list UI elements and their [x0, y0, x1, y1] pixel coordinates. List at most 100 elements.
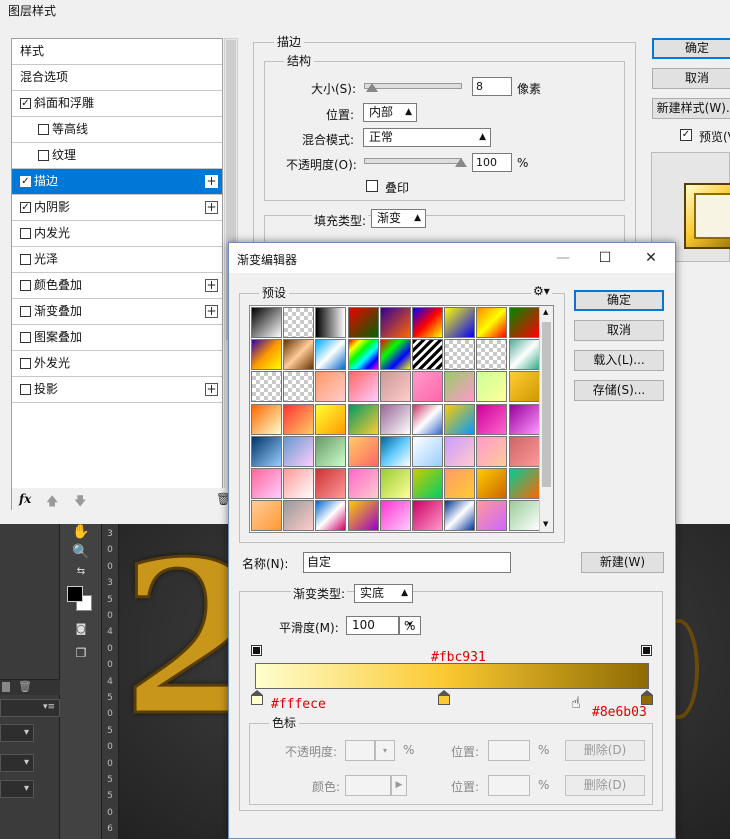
style-item[interactable]: ✓ 斜面和浮雕 [12, 91, 222, 117]
gradient-preset-swatch[interactable] [412, 339, 443, 371]
opacity-slider[interactable] [364, 158, 462, 164]
style-checkbox[interactable] [20, 306, 31, 317]
gradient-preset-swatch[interactable] [508, 500, 540, 532]
style-checkbox[interactable] [20, 254, 31, 265]
gradient-preset-swatch[interactable] [315, 403, 347, 435]
overprint-checkbox[interactable] [366, 180, 378, 192]
gradient-preset-swatch[interactable] [444, 371, 476, 403]
add-style-icon[interactable]: + [205, 305, 218, 318]
gradient-preset-swatch[interactable] [508, 339, 540, 371]
gradient-preset-swatch[interactable] [508, 371, 540, 403]
fill-type-select[interactable]: 渐变 ▲ [371, 209, 426, 228]
gradient-preset-swatch[interactable] [476, 500, 508, 532]
new-style-button[interactable]: 新建样式(W)... [652, 98, 730, 119]
screen-mode-icon[interactable]: ❐ [71, 646, 91, 664]
gradient-preset-swatch[interactable] [315, 307, 347, 338]
gradient-preset-swatch[interactable] [412, 403, 443, 435]
gradient-preset-swatch[interactable] [379, 500, 411, 532]
style-item[interactable]: 外发光 [12, 351, 222, 377]
gradient-preset-swatch[interactable] [412, 435, 443, 467]
style-checkbox[interactable] [38, 124, 49, 135]
gradient-preset-swatch[interactable] [508, 307, 540, 338]
style-checkbox[interactable]: ✓ [20, 98, 31, 109]
close-icon[interactable]: ✕ [635, 247, 667, 269]
gradient-preset-swatch[interactable] [347, 500, 379, 532]
gradient-preset-swatch[interactable] [315, 371, 347, 403]
gradient-preset-swatch[interactable] [283, 468, 315, 499]
gradient-bar[interactable] [255, 663, 649, 689]
cancel-button[interactable]: 取消 [574, 320, 664, 341]
blend-mode-select[interactable]: 正常 ▲ [363, 128, 491, 147]
color-stop-left[interactable] [251, 690, 263, 706]
opacity-slider-thumb[interactable] [455, 158, 467, 167]
gradient-preset-swatch[interactable] [347, 307, 379, 338]
gradient-preset-swatch[interactable] [412, 500, 443, 532]
gradient-preset-swatch[interactable] [476, 307, 508, 338]
minimize-icon[interactable]: — [547, 247, 579, 269]
cancel-button[interactable]: 取消 [652, 68, 730, 89]
scroll-up-icon[interactable]: ▲ [543, 308, 548, 316]
style-item[interactable]: 光泽 [12, 247, 222, 273]
style-item[interactable]: ✓ 内阴影 + [12, 195, 222, 221]
gradient-preset-swatch[interactable] [315, 435, 347, 467]
gradient-preset-swatch[interactable] [379, 371, 411, 403]
fill-dropdown[interactable]: ▾ [0, 780, 34, 798]
scroll-down-icon[interactable]: ▼ [543, 520, 548, 528]
color-stop-right[interactable] [641, 690, 653, 706]
gradient-preset-swatch[interactable] [412, 371, 443, 403]
gradient-preset-swatch[interactable] [283, 339, 315, 371]
move-up-icon[interactable]: 🡅 [46, 492, 58, 513]
gradient-preset-swatch[interactable] [508, 468, 540, 499]
style-checkbox[interactable] [20, 280, 31, 291]
gradient-preset-swatch[interactable] [347, 403, 379, 435]
gradient-preset-swatch[interactable] [508, 435, 540, 467]
smoothness-select[interactable]: 100 [346, 616, 399, 635]
gradient-preset-swatch[interactable] [444, 468, 476, 499]
opacity-stop-right[interactable] [641, 645, 652, 660]
scrollbar-thumb[interactable] [542, 322, 551, 487]
gradient-preset-swatch[interactable] [283, 500, 315, 532]
preview-checkbox[interactable]: ✓ [680, 129, 692, 141]
opacity-input[interactable]: 100 [472, 153, 512, 172]
gear-icon[interactable]: ⚙▾ [531, 284, 552, 298]
style-item[interactable]: 投影 + [12, 377, 222, 403]
gradient-preset-swatch[interactable] [444, 435, 476, 467]
add-style-icon[interactable]: + [205, 383, 218, 396]
style-checkbox[interactable] [20, 358, 31, 369]
maximize-icon[interactable]: ☐ [589, 247, 621, 269]
style-item[interactable]: 样式 [12, 39, 222, 65]
gradient-preset-swatch[interactable] [251, 435, 282, 467]
load-button[interactable]: 载入(L)... [574, 350, 664, 371]
ok-button[interactable]: 确定 [574, 290, 664, 311]
move-down-icon[interactable]: 🡇 [74, 492, 86, 513]
blend-dropdown[interactable]: ▾ [0, 724, 34, 742]
style-checkbox[interactable] [20, 332, 31, 343]
gradient-preset-swatch[interactable] [347, 371, 379, 403]
gradient-preset-swatch[interactable] [476, 339, 508, 371]
gradient-preset-swatch[interactable] [283, 403, 315, 435]
gradient-preset-swatch[interactable] [283, 307, 315, 338]
add-style-icon[interactable]: + [205, 175, 218, 188]
size-slider[interactable] [364, 83, 462, 89]
gradient-preset-swatch[interactable] [251, 307, 282, 338]
quick-mask-icon[interactable]: ◙ [71, 622, 91, 640]
color-stop-mid[interactable] [438, 690, 451, 706]
style-item[interactable]: 内发光 [12, 221, 222, 247]
style-item[interactable]: 混合选项 [12, 65, 222, 91]
opacity-stop-left[interactable] [251, 645, 262, 660]
gradient-preset-swatch[interactable] [315, 500, 347, 532]
swap-colors-icon[interactable]: ⇆ [71, 566, 91, 584]
gradient-preset-swatch[interactable] [251, 468, 282, 499]
gradient-preset-swatch[interactable] [379, 307, 411, 338]
save-button[interactable]: 存储(S)... [574, 380, 664, 401]
gradient-preset-swatch[interactable] [251, 371, 282, 403]
gradient-preset-swatch[interactable] [379, 468, 411, 499]
gradient-preset-swatch[interactable] [251, 403, 282, 435]
gradient-preset-swatch[interactable] [444, 307, 476, 338]
ok-button[interactable]: 确定 [652, 38, 730, 59]
add-style-icon[interactable]: + [205, 201, 218, 214]
style-checkbox[interactable]: ✓ [20, 176, 31, 187]
layer-filter-dropdown[interactable]: ▾≡ [0, 699, 60, 717]
gradient-type-select[interactable]: 实底 ▲ [354, 584, 413, 603]
gradient-preset-swatch[interactable] [347, 435, 379, 467]
